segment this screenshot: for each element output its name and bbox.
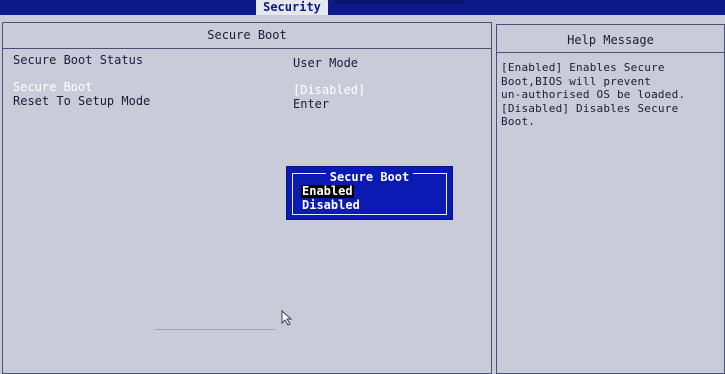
help-line: [Disabled] Disables Secure: [501, 101, 679, 115]
help-text: [Enabled] Enables Secure Boot,BIOS will …: [501, 61, 723, 129]
tab-security[interactable]: Security: [256, 0, 328, 15]
option-enabled[interactable]: Enabled: [301, 185, 354, 198]
secure-boot-value[interactable]: [Disabled]: [293, 84, 365, 97]
reset-to-setup-mode-value[interactable]: Enter: [293, 98, 329, 111]
help-panel-title: Help Message: [497, 25, 724, 53]
help-line: Boot.: [501, 115, 536, 128]
menu-bar: Security: [0, 0, 725, 15]
settings-panel-title: Secure Boot: [3, 23, 491, 49]
help-line: [Enabled] Enables Secure: [501, 61, 665, 74]
help-line: Boot,BIOS will prevent: [501, 74, 652, 88]
popup-title: Secure Boot: [325, 170, 414, 184]
menu-bar-marker: [334, 0, 464, 4]
help-panel: Help Message [Enabled] Enables Secure Bo…: [496, 24, 725, 374]
popup-title-wrap: Secure Boot: [293, 166, 446, 185]
secure-boot-status-value: User Mode: [293, 56, 359, 70]
reset-to-setup-mode-item[interactable]: Reset To Setup Mode: [13, 95, 150, 108]
bios-screen: Security Secure Boot Secure Boot Status …: [0, 0, 725, 374]
secure-boot-popup: Secure Boot Enabled Disabled: [286, 166, 453, 220]
secure-boot-status-label: Secure Boot Status: [13, 53, 144, 67]
option-disabled[interactable]: Disabled: [301, 199, 361, 212]
popup-border: Secure Boot Enabled Disabled: [292, 170, 447, 215]
mouse-pointer-icon: [281, 309, 293, 330]
help-line: un-authorised OS be loaded.: [501, 88, 686, 101]
divider: [155, 329, 275, 330]
secure-boot-item[interactable]: Secure Boot: [13, 81, 92, 94]
